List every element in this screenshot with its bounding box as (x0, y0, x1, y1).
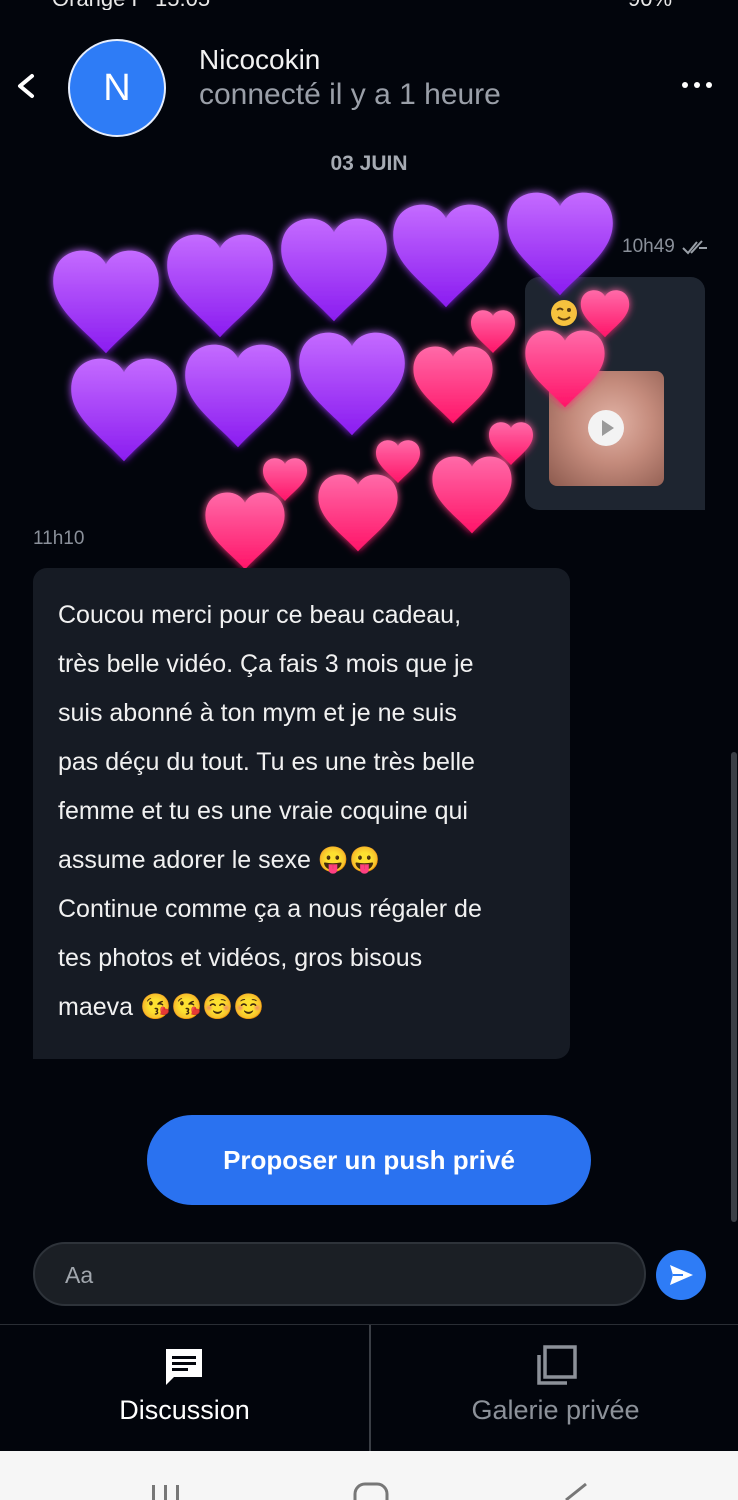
home-icon[interactable] (352, 1481, 390, 1500)
purple-heart-icon (299, 332, 405, 436)
more-dot-icon (682, 82, 688, 88)
tab-gallery-label: Galerie privée (471, 1395, 640, 1425)
message-line: très belle vidéo. Ça fais 3 mois que je (58, 650, 474, 678)
play-icon[interactable] (588, 410, 624, 446)
status-bar: Orange F 15:05 90% (0, 0, 738, 10)
pink-heart-icon (376, 440, 420, 483)
purple-heart-icon (167, 234, 273, 338)
tab-private-gallery[interactable]: Galerie privée (371, 1325, 738, 1452)
more-dot-icon (694, 82, 700, 88)
back-nav-icon[interactable] (562, 1481, 592, 1500)
message-line: Continue comme ça a nous régaler de (58, 895, 482, 923)
back-button[interactable] (8, 68, 44, 104)
message-line: suis abonné à ton mym et je ne suis (58, 699, 457, 727)
pink-heart-icon (205, 492, 285, 570)
date-separator: 03 JUIN (330, 152, 408, 175)
message-composer[interactable] (33, 1242, 646, 1306)
purple-heart-icon (281, 218, 387, 322)
tab-discussion[interactable]: Discussion (0, 1325, 369, 1452)
propose-private-push-button[interactable]: Proposer un push privé (147, 1115, 591, 1205)
message-line: pas déçu du tout. Tu es une très belle (58, 748, 475, 776)
pink-heart-icon (471, 310, 515, 353)
send-icon (670, 1265, 693, 1285)
contact-presence: connecté il y a 1 heure (199, 78, 501, 111)
message-line: assume adorer le sexe 😛😛 (58, 846, 381, 874)
contact-name[interactable]: Nicocokin (199, 44, 320, 76)
message-line: tes photos et vidéos, gros bisous (58, 944, 423, 972)
message-line: maeva 😘😘☺️☺️ (58, 993, 265, 1021)
purple-heart-icon (53, 250, 159, 354)
pink-heart-icon (263, 458, 307, 501)
purple-heart-icon (71, 358, 177, 462)
gallery-icon (537, 1345, 577, 1385)
recent-apps-icon[interactable] (148, 1483, 184, 1500)
pink-heart-icon (413, 346, 493, 424)
chat-header: N Nicocokin connecté il y a 1 heure (0, 30, 738, 146)
incoming-timestamp: 11h10 (33, 528, 85, 549)
chevron-left-icon (18, 74, 34, 98)
outgoing-timestamp: 10h49 (622, 236, 675, 257)
message-line: femme et tu es une vraie coquine qui (58, 797, 468, 825)
clock-label: 15:05 (155, 0, 210, 10)
more-dot-icon (706, 82, 712, 88)
purple-heart-icon (393, 204, 499, 308)
double-check-icon (682, 240, 707, 255)
wink-emoji-icon (551, 300, 577, 326)
message-line: Coucou merci pour ce beau cadeau, (58, 601, 462, 629)
battery-label: 90% (628, 0, 672, 10)
carrier-label: Orange F (52, 0, 145, 10)
chat-bubble-icon (166, 1349, 202, 1385)
tab-discussion-label: Discussion (119, 1395, 250, 1425)
scrollbar[interactable] (731, 752, 737, 1222)
purple-heart-icon (185, 344, 291, 448)
system-navigation-bar (0, 1451, 738, 1500)
send-button[interactable] (656, 1250, 706, 1300)
message-input[interactable] (65, 1258, 605, 1292)
pink-heart-icon (432, 456, 512, 534)
bottom-tab-bar: Discussion Galerie privée (0, 1324, 738, 1452)
avatar[interactable]: N (68, 39, 166, 137)
more-options-button[interactable] (682, 78, 712, 92)
pink-heart-icon (318, 474, 398, 552)
